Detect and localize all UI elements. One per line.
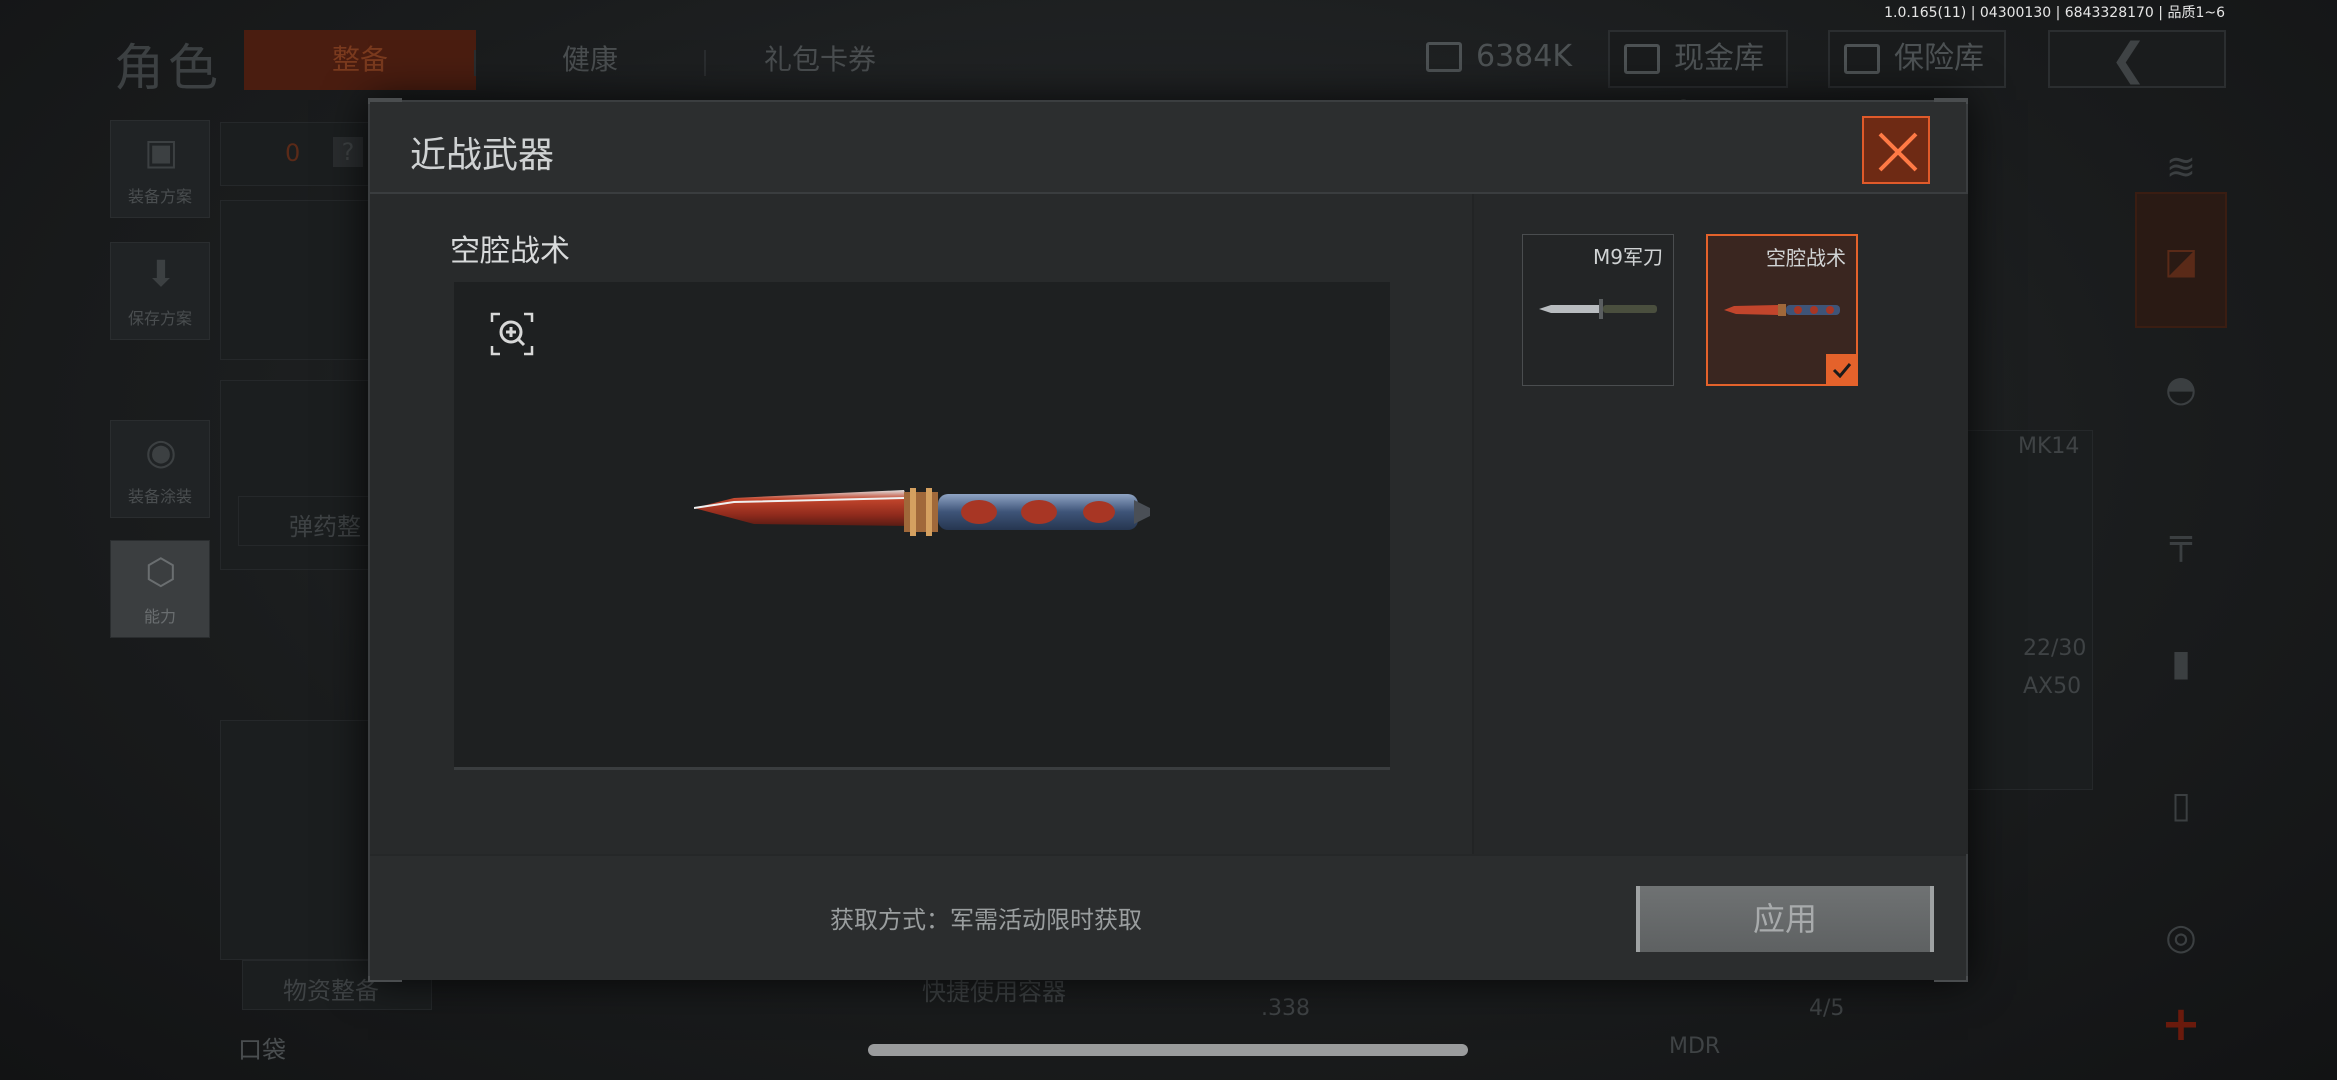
apply-button[interactable]: 应用: [1636, 886, 1934, 952]
back-button[interactable]: ❮: [2048, 30, 2226, 88]
chevron-left-icon: ❮: [2110, 34, 2147, 85]
preview-pane: 空腔战术: [370, 194, 1472, 854]
armor-count: 0: [285, 139, 301, 167]
skin-name: 空腔战术: [1766, 246, 1846, 270]
cash-icon: [1426, 42, 1462, 72]
equipment-skin-button[interactable]: ◉ 装备涂装: [110, 420, 210, 518]
backpack-icon[interactable]: ◪: [2135, 192, 2227, 328]
bullet-icon[interactable]: ▯: [2135, 758, 2227, 854]
skin-list: M9军刀 空腔战术: [1474, 194, 1968, 854]
magazine-icon[interactable]: ▮: [2135, 616, 2227, 712]
safe-icon: [1844, 44, 1880, 74]
tab-health[interactable]: 健康: [510, 30, 670, 90]
zoom-in-button[interactable]: [490, 312, 534, 356]
skin-option-m9[interactable]: M9军刀: [1522, 234, 1674, 386]
dialog-title: 近战武器: [410, 135, 555, 176]
weapon-preview[interactable]: [454, 282, 1390, 770]
checkmark-icon: [1832, 363, 1852, 378]
helmet-icon: ◉: [145, 432, 177, 473]
weapon-name: MDR: [1669, 1034, 1721, 1059]
ability-button[interactable]: ⬡ 能力: [110, 540, 210, 638]
download-icon: ⬇: [145, 254, 177, 295]
ability-icon: ⬡: [145, 552, 177, 593]
version-info: 1.0.165(11) | 04300130 | 6843328170 | 品质…: [1884, 5, 2225, 21]
melee-weapon-dialog: 近战武器 空腔战术 M9军刀 空腔战术 获取方式：军需活动限时获取 应用: [368, 98, 1968, 982]
weapon-ammo: 4/5: [1809, 996, 1845, 1021]
skin-name: M9军刀: [1593, 245, 1663, 269]
home-indicator[interactable]: [868, 1044, 1468, 1056]
category-rail: ≋ ◪ ◓ ╤ ▮ ▯ ◎ +: [2135, 120, 2227, 1080]
zoom-icon: [490, 312, 534, 356]
knife-image: [693, 478, 1154, 548]
hollow-knife-thumbnail: [1724, 304, 1840, 316]
tab-equip[interactable]: 整备: [244, 30, 476, 90]
weapon-name: MK14: [2018, 434, 2080, 459]
weapon-name: AX50: [2023, 674, 2082, 699]
cash-vault-button[interactable]: 现金库 0: [1608, 30, 1788, 130]
vest-icon: ▣: [143, 132, 178, 173]
weapon-ammo: 22/30: [2023, 636, 2087, 661]
vault-icon: [1624, 44, 1660, 74]
tab-divider: [704, 50, 706, 76]
dialog-footer: 获取方式：军需活动限时获取 应用: [370, 854, 1966, 980]
add-icon[interactable]: +: [2135, 976, 2227, 1072]
helmet-icon[interactable]: ◓: [2135, 342, 2227, 438]
save-plan-button[interactable]: ⬇ 保存方案: [110, 242, 210, 340]
tab-gift-cards[interactable]: 礼包卡券: [740, 30, 900, 90]
selected-item-name: 空腔战术: [450, 234, 570, 269]
tab-divider: [474, 50, 476, 76]
safe-button[interactable]: 保险库: [1828, 30, 2006, 88]
obtain-method: 获取方式：军需活动限时获取: [830, 906, 1142, 934]
scope-icon[interactable]: ◎: [2135, 890, 2227, 986]
weapon-caliber: .338: [1261, 996, 1310, 1021]
rifle-icon[interactable]: ╤: [2135, 494, 2227, 590]
pocket-label: 口袋: [238, 1036, 286, 1064]
selected-check: [1826, 354, 1858, 386]
dialog-header: 近战武器: [370, 102, 1966, 194]
skin-option-hollow-tactical[interactable]: 空腔战术: [1706, 234, 1858, 386]
loadout-plan-button[interactable]: ▣ 装备方案: [110, 120, 210, 218]
close-icon: [1878, 132, 1918, 172]
page-title: 角色: [114, 39, 222, 97]
close-button[interactable]: [1862, 116, 1930, 184]
m9-knife-thumbnail: [1539, 299, 1657, 319]
money-display: 6384K: [1412, 30, 1572, 88]
help-icon[interactable]: ?: [333, 137, 363, 167]
